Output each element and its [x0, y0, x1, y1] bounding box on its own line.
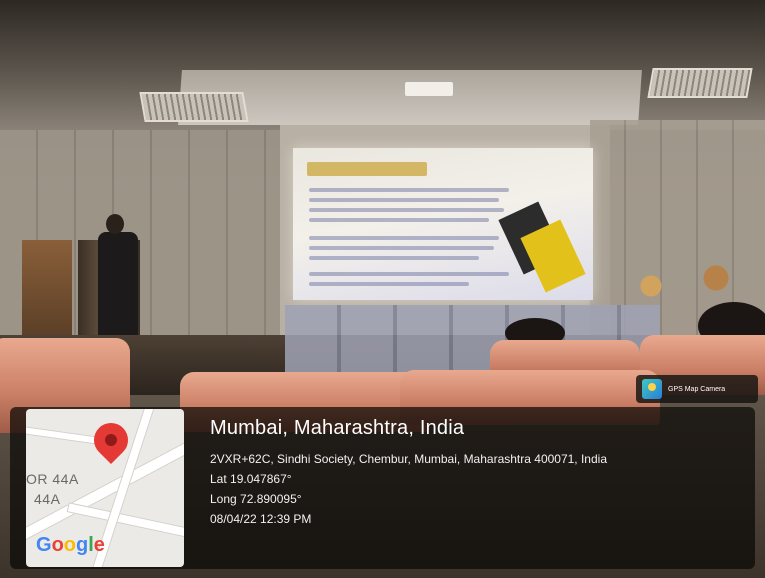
slide-text-line: [309, 246, 494, 250]
slide-text-line: [309, 198, 499, 202]
side-cabinet: [22, 240, 72, 340]
photo-background: GPS Map Camera OR 44A 44A Google Mumbai,…: [0, 0, 765, 578]
ceiling-light: [405, 82, 453, 96]
slide-text-line: [309, 218, 489, 222]
location-longitude: Long 72.890095°: [210, 492, 302, 506]
ac-vent-right: [647, 68, 753, 98]
map-road-label: 44A: [34, 491, 61, 507]
gps-map-camera-badge: GPS Map Camera: [636, 375, 758, 403]
location-overlay: OR 44A 44A Google Mumbai, Maharashtra, I…: [10, 407, 755, 569]
slide-text-line: [309, 188, 509, 192]
ac-vent-left: [139, 92, 249, 122]
slide-text-line: [309, 208, 504, 212]
location-datetime: 08/04/22 12:39 PM: [210, 512, 312, 526]
slide-text-line: [309, 256, 479, 260]
speaker: [98, 232, 138, 348]
google-logo: Google: [36, 534, 105, 556]
stage-decor: [625, 262, 755, 302]
slide-text-line: [309, 282, 469, 286]
location-address: 2VXR+62C, Sindhi Society, Chembur, Mumba…: [210, 452, 607, 466]
location-latitude: Lat 19.047867°: [210, 472, 292, 486]
location-title: Mumbai, Maharashtra, India: [210, 417, 465, 439]
location-info: Mumbai, Maharashtra, India 2VXR+62C, Sin…: [210, 417, 750, 532]
slide-title-bar: [307, 162, 427, 176]
map-thumbnail: OR 44A 44A Google: [26, 409, 184, 567]
slide-text-line: [309, 272, 509, 276]
slide-text-line: [309, 236, 499, 240]
speaker-head: [106, 214, 124, 234]
projection-screen: [293, 148, 593, 300]
gps-map-camera-icon: [642, 379, 662, 399]
badge-label: GPS Map Camera: [668, 385, 726, 393]
map-road-label: OR 44A: [26, 471, 79, 487]
